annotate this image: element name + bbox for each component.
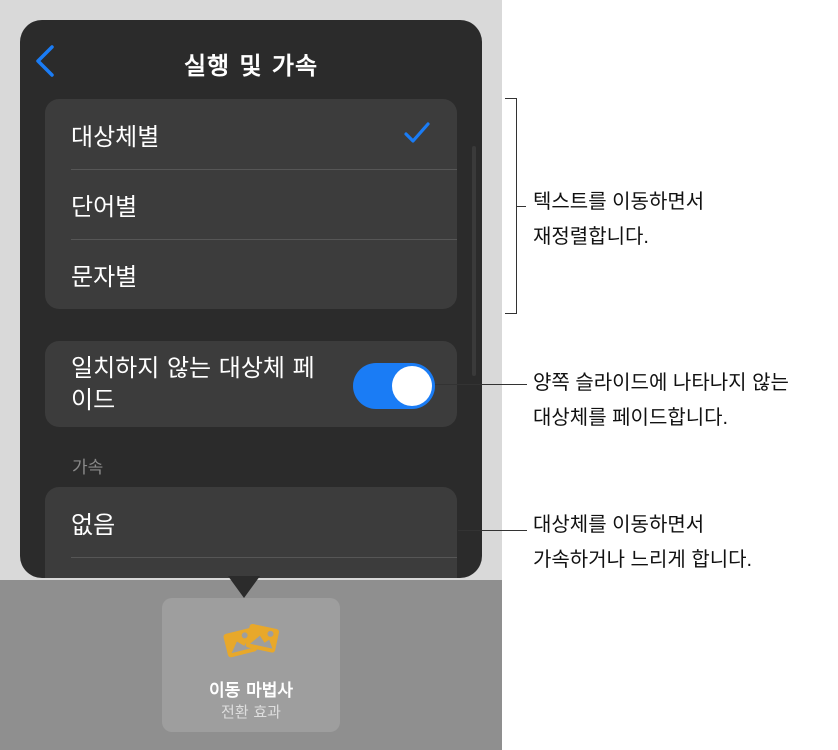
toggle-knob [392,366,432,406]
fade-callout-line [435,384,527,385]
option-label: 단어별 [71,192,138,221]
build-delivery-popover: 실행 및 가속 대상체별 단어별 문자별 일치하지 않는 대상체 페이드 가속 … [20,20,482,578]
scroll-indicator [472,146,476,376]
delivery-option-by-object[interactable]: 대상체별 [45,99,457,169]
photos-icon [223,623,280,658]
delivery-option-by-character[interactable]: 문자별 [45,239,457,309]
option-label: 대상체별 [71,122,160,151]
delivery-options-group: 대상체별 단어별 문자별 [45,99,457,309]
option-label: 없음 [71,510,116,539]
delivery-callout: 텍스트를 이동하면서 재정렬합니다. [533,191,705,248]
popover-arrow [228,576,260,598]
acceleration-option-none[interactable]: 없음 [45,487,457,557]
fade-unmatched-row: 일치하지 않는 대상체 페이드 [45,341,457,427]
fade-toggle-switch[interactable] [353,363,435,409]
fade-toggle-label: 일치하지 않는 대상체 페이드 [71,354,315,414]
option-label: 문자별 [71,262,138,291]
tile-name: 이동 마법사 [208,681,294,701]
acceleration-option-next[interactable] [45,557,457,578]
bracket-pointer [516,206,526,207]
transition-tile[interactable]: 이동 마법사 전환 효과 [162,598,340,732]
tile-subtitle: 전환 효과 [221,703,281,721]
acceleration-header: 가속 [72,458,104,478]
acceleration-callout-line [458,530,527,531]
fade-callout: 양쪽 슬라이드에 나타나지 않는 대상체를 페이드합니다. [533,372,789,429]
bracket-bottom [505,313,517,314]
fade-toggle-group: 일치하지 않는 대상체 페이드 [45,341,457,427]
page-title: 실행 및 가속 [183,52,319,80]
acceleration-options-group: 없음 [45,487,457,578]
delivery-option-by-word[interactable]: 단어별 [45,169,457,239]
acceleration-callout: 대상체를 이동하면서 가속하거나 느리게 합니다. [533,514,753,571]
checkmark-icon [404,122,430,143]
